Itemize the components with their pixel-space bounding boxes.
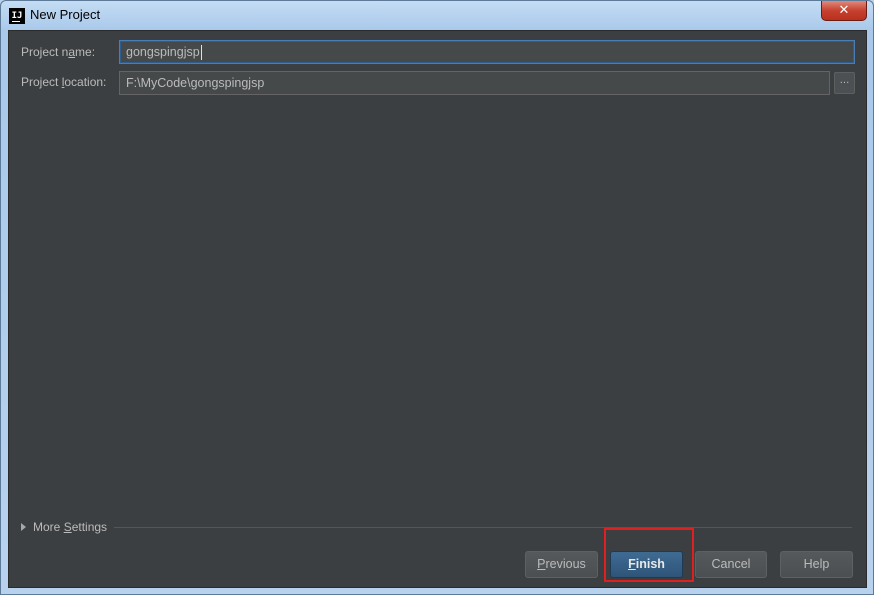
intellij-icon: IJ [9, 8, 25, 24]
dialog-content: Project name: gongspingjsp Project locat… [8, 30, 867, 588]
project-location-input[interactable]: F:\MyCode\gongspingjsp [119, 71, 830, 95]
new-project-dialog: IJ New Project ✕ Project name: gongsping… [0, 0, 874, 595]
text-caret [200, 45, 202, 61]
cancel-button[interactable]: Cancel [695, 551, 767, 578]
browse-button[interactable]: ... [834, 72, 855, 94]
close-icon: ✕ [838, 3, 850, 18]
more-settings-label: More Settings [33, 520, 108, 534]
window-title: New Project [30, 7, 101, 22]
triangle-right-icon [21, 523, 26, 531]
project-name-label: Project name: [21, 45, 96, 59]
title-bar[interactable]: IJ New Project ✕ [1, 1, 873, 29]
help-button[interactable]: Help [780, 551, 853, 578]
annotation-highlight-box [604, 528, 694, 582]
settings-divider [114, 527, 852, 528]
project-location-label: Project location: [21, 75, 107, 89]
previous-button[interactable]: Previous [525, 551, 598, 578]
close-button[interactable]: ✕ [821, 1, 867, 21]
project-name-input[interactable]: gongspingjsp [119, 40, 855, 64]
